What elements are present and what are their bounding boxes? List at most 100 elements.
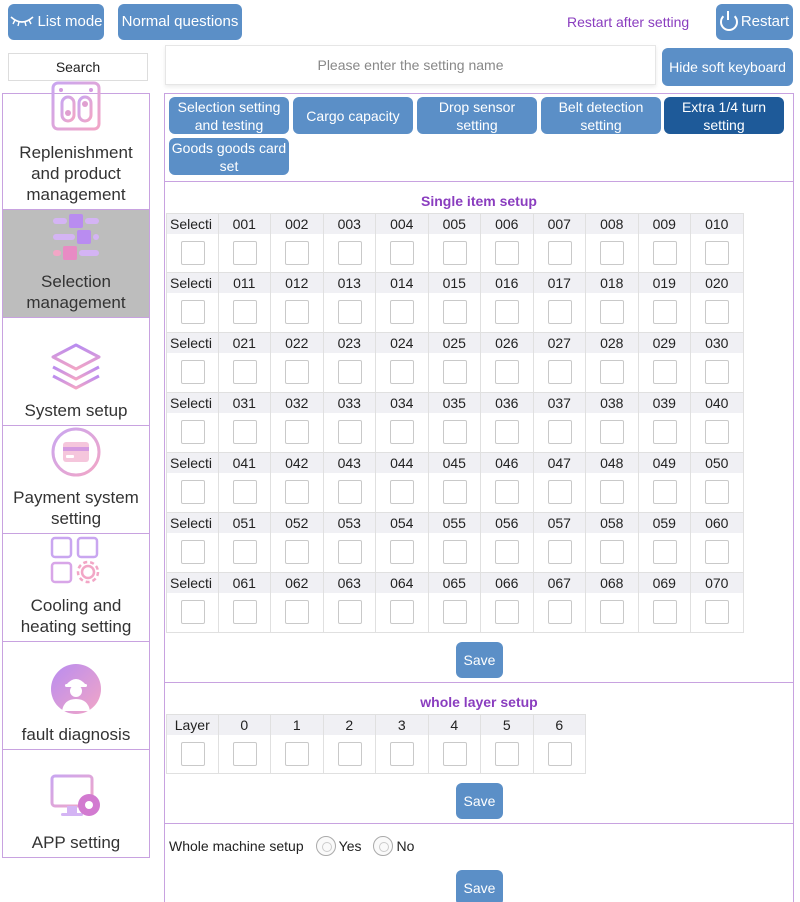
selection-checkbox[interactable] — [547, 300, 572, 324]
selection-checkbox[interactable] — [652, 540, 677, 564]
sidebar-item-replenishment[interactable]: Replenishment and product management — [2, 81, 150, 210]
selection-checkbox[interactable] — [547, 241, 572, 265]
radio-yes[interactable]: Yes — [315, 836, 361, 856]
selection-checkbox[interactable] — [705, 540, 729, 564]
selection-checkbox[interactable] — [442, 600, 467, 624]
selection-checkbox[interactable] — [337, 241, 362, 265]
selection-checkbox[interactable] — [652, 300, 677, 324]
restart-button[interactable]: Restart — [716, 4, 793, 40]
selection-checkbox[interactable] — [232, 540, 257, 564]
selection-checkbox[interactable] — [390, 300, 414, 324]
selection-checkbox[interactable] — [337, 540, 362, 564]
selection-checkbox[interactable] — [285, 300, 309, 324]
tab-extra-quarter-turn[interactable]: Extra 1/4 turn setting — [664, 97, 784, 134]
selection-checkbox[interactable] — [285, 360, 309, 384]
tab-selection-setting[interactable]: Selection setting and testing — [169, 97, 289, 134]
radio-circle-icon[interactable] — [315, 836, 336, 856]
selection-checkbox[interactable] — [390, 600, 414, 624]
layer-checkbox[interactable] — [232, 742, 257, 766]
selection-checkbox[interactable] — [495, 480, 519, 504]
selection-checkbox[interactable] — [705, 300, 729, 324]
radio-circle-icon[interactable] — [373, 836, 394, 856]
selection-checkbox[interactable] — [705, 480, 729, 504]
selection-checkbox[interactable] — [232, 600, 257, 624]
selection-checkbox[interactable] — [442, 300, 467, 324]
selection-checkbox[interactable] — [652, 600, 677, 624]
selection-checkbox[interactable] — [285, 420, 309, 444]
selection-checkbox[interactable] — [442, 540, 467, 564]
sidebar-item-cooling-heating[interactable]: Cooling and heating setting — [2, 534, 150, 642]
selection-checkbox[interactable] — [232, 241, 257, 265]
tab-drop-sensor[interactable]: Drop sensor setting — [417, 97, 537, 134]
whole-machine-save-button[interactable]: Save — [456, 870, 503, 902]
whole-layer-save-button[interactable]: Save — [456, 783, 503, 819]
selection-checkbox[interactable] — [600, 300, 624, 324]
row-select-checkbox[interactable] — [181, 241, 205, 265]
selection-checkbox[interactable] — [285, 540, 309, 564]
selection-checkbox[interactable] — [547, 360, 572, 384]
selection-checkbox[interactable] — [390, 540, 414, 564]
selection-checkbox[interactable] — [285, 600, 309, 624]
selection-checkbox[interactable] — [337, 600, 362, 624]
layer-checkbox[interactable] — [337, 742, 362, 766]
selection-checkbox[interactable] — [495, 241, 519, 265]
selection-checkbox[interactable] — [337, 360, 362, 384]
selection-checkbox[interactable] — [390, 480, 414, 504]
hide-keyboard-button[interactable]: Hide soft keyboard — [662, 48, 793, 86]
selection-checkbox[interactable] — [337, 300, 362, 324]
list-mode-button[interactable]: List mode — [8, 4, 104, 40]
selection-checkbox[interactable] — [495, 300, 519, 324]
selection-checkbox[interactable] — [600, 420, 624, 444]
sidebar-item-system-setup[interactable]: System setup — [2, 318, 150, 426]
selection-checkbox[interactable] — [232, 360, 257, 384]
selection-checkbox[interactable] — [705, 241, 729, 265]
selection-checkbox[interactable] — [652, 360, 677, 384]
tab-cargo-capacity[interactable]: Cargo capacity — [293, 97, 413, 134]
selection-checkbox[interactable] — [600, 241, 624, 265]
selection-checkbox[interactable] — [705, 420, 729, 444]
selection-checkbox[interactable] — [285, 241, 309, 265]
selection-checkbox[interactable] — [442, 480, 467, 504]
radio-no[interactable]: No — [373, 836, 414, 856]
selection-checkbox[interactable] — [390, 241, 414, 265]
selection-checkbox[interactable] — [495, 540, 519, 564]
selection-checkbox[interactable] — [285, 480, 309, 504]
sidebar-item-app-setting[interactable]: APP setting — [2, 750, 150, 858]
row-select-checkbox[interactable] — [181, 540, 205, 564]
row-select-checkbox[interactable] — [181, 360, 205, 384]
selection-checkbox[interactable] — [547, 480, 572, 504]
layer-checkbox[interactable] — [285, 742, 309, 766]
selection-checkbox[interactable] — [705, 600, 729, 624]
selection-checkbox[interactable] — [705, 360, 729, 384]
row-select-checkbox[interactable] — [181, 420, 205, 444]
selection-checkbox[interactable] — [495, 420, 519, 444]
selection-checkbox[interactable] — [442, 420, 467, 444]
layer-checkbox[interactable] — [495, 742, 519, 766]
selection-checkbox[interactable] — [600, 540, 624, 564]
selection-checkbox[interactable] — [547, 420, 572, 444]
selection-checkbox[interactable] — [390, 420, 414, 444]
row-select-checkbox[interactable] — [181, 600, 205, 624]
search-input[interactable] — [165, 45, 656, 85]
selection-checkbox[interactable] — [442, 360, 467, 384]
selection-checkbox[interactable] — [390, 360, 414, 384]
row-select-checkbox[interactable] — [181, 480, 205, 504]
layer-checkbox[interactable] — [547, 742, 572, 766]
selection-checkbox[interactable] — [495, 360, 519, 384]
tab-belt-detection[interactable]: Belt detection setting — [541, 97, 661, 134]
sidebar-item-selection[interactable]: Selection management — [2, 210, 150, 318]
selection-checkbox[interactable] — [442, 241, 467, 265]
selection-checkbox[interactable] — [495, 600, 519, 624]
selection-checkbox[interactable] — [652, 420, 677, 444]
row-select-checkbox[interactable] — [181, 742, 205, 766]
sidebar-item-fault-diagnosis[interactable]: fault diagnosis — [2, 642, 150, 750]
selection-checkbox[interactable] — [337, 480, 362, 504]
selection-checkbox[interactable] — [547, 600, 572, 624]
single-item-save-button[interactable]: Save — [456, 642, 503, 678]
selection-checkbox[interactable] — [337, 420, 362, 444]
selection-checkbox[interactable] — [652, 241, 677, 265]
selection-checkbox[interactable] — [232, 420, 257, 444]
selection-checkbox[interactable] — [232, 300, 257, 324]
selection-checkbox[interactable] — [547, 540, 572, 564]
selection-checkbox[interactable] — [652, 480, 677, 504]
